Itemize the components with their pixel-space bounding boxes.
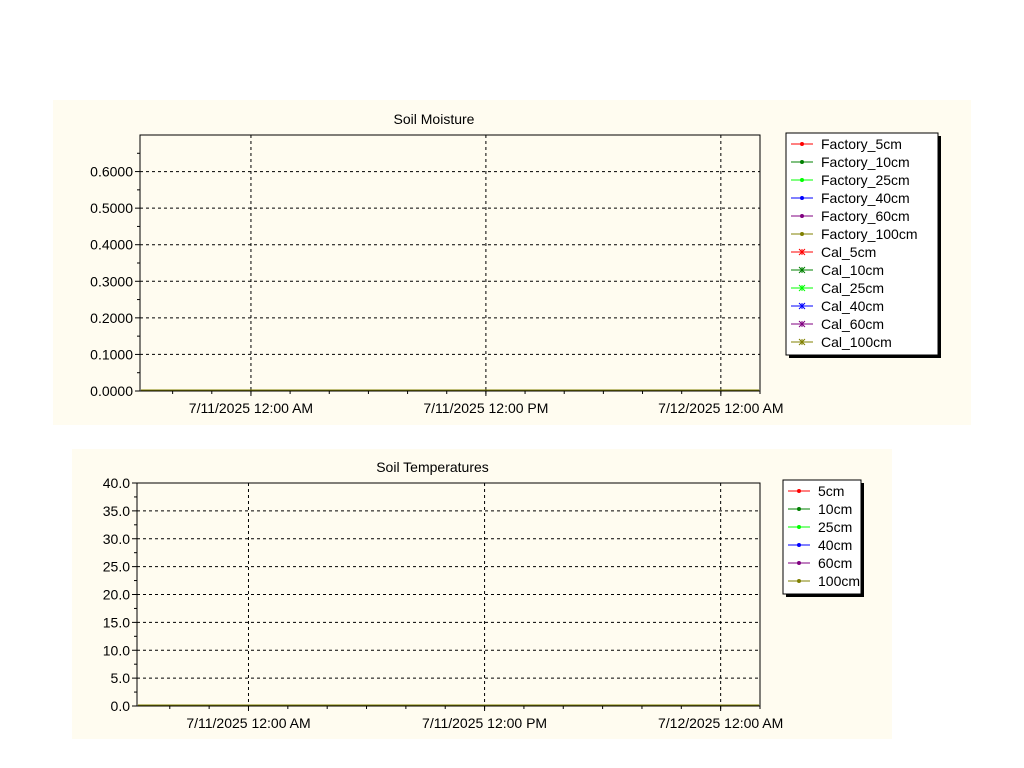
legend-label: Cal_10cm — [821, 262, 884, 278]
legend-label: Factory_60cm — [821, 208, 910, 224]
y-tick-label: 0.6000 — [90, 164, 133, 180]
y-tick-label: 0.5000 — [90, 200, 133, 216]
x-tick-label: 7/12/2025 12:00 AM — [658, 400, 783, 416]
legend-marker-dot — [797, 561, 801, 565]
y-tick-label: 0.2000 — [90, 310, 133, 326]
legend-marker-dot — [800, 178, 804, 182]
x-tick-label: 7/11/2025 12:00 AM — [186, 715, 310, 731]
legend-marker-dot — [797, 489, 801, 493]
y-tick-label: 10.0 — [103, 642, 130, 658]
soil-moisture-chart: Soil Moisture 0.0000 0.1000 0.2000 0.3000 0.4… — [90, 111, 941, 416]
legend-label: Factory_40cm — [821, 190, 910, 206]
y-tick-label: 0.1000 — [90, 346, 133, 362]
plot-area — [140, 135, 760, 391]
y-tick-label: 35.0 — [103, 503, 130, 519]
x-tick-label: 7/11/2025 12:00 PM — [423, 400, 548, 416]
y-tick-label: 15.0 — [103, 614, 130, 630]
x-tick-label: 7/11/2025 12:00 AM — [189, 400, 313, 416]
legend-label: Cal_5cm — [821, 244, 876, 260]
legend-label: 25cm — [818, 519, 852, 535]
soil-temperatures-chart: Soil Temperatures 0.0 5.0 10.0 15.0 20.0 25.0 3… — [103, 459, 864, 731]
legend-marker-dot — [800, 142, 804, 146]
legend-marker-dot — [797, 525, 801, 529]
legend-label: 100cm — [818, 573, 860, 589]
legend-label: Factory_25cm — [821, 172, 910, 188]
legend-label: 60cm — [818, 555, 852, 571]
soil-temperatures-chart-panel: Soil Temperatures 0.0 5.0 10.0 15.0 20.0 25.0 3… — [72, 449, 892, 739]
y-tick-label: 25.0 — [103, 559, 130, 575]
legend-marker-dot — [797, 507, 801, 511]
legend-label: Cal_25cm — [821, 280, 884, 296]
legend-label: Cal_60cm — [821, 316, 884, 332]
legend-marker-dot — [800, 232, 804, 236]
legend-marker-dot — [800, 160, 804, 164]
chart-title: Soil Temperatures — [376, 459, 489, 475]
x-tick-label: 7/11/2025 12:00 PM — [422, 715, 547, 731]
legend-marker-dot — [800, 196, 804, 200]
y-tick-label: 0.0 — [111, 698, 131, 714]
legend-label: Cal_100cm — [821, 334, 892, 350]
y-tick-label: 5.0 — [111, 670, 131, 686]
soil-moisture-chart-panel: Soil Moisture 0.0000 0.1000 0.2000 0.3000 0.4… — [53, 100, 971, 425]
legend-marker-dot — [797, 543, 801, 547]
legend-label: 10cm — [818, 501, 852, 517]
y-tick-label: 0.0000 — [90, 383, 133, 399]
legend-marker-dot — [800, 214, 804, 218]
legend-label: Factory_100cm — [821, 226, 917, 242]
legend-label: Factory_5cm — [821, 136, 902, 152]
legend-label: Factory_10cm — [821, 154, 910, 170]
legend-label: 5cm — [818, 483, 844, 499]
y-tick-label: 0.4000 — [90, 237, 133, 253]
legend-marker-dot — [797, 579, 801, 583]
y-tick-label: 30.0 — [103, 531, 130, 547]
chart-title: Soil Moisture — [394, 111, 475, 127]
y-tick-label: 20.0 — [103, 587, 130, 603]
legend-label: Cal_40cm — [821, 298, 884, 314]
x-tick-label: 7/12/2025 12:00 AM — [658, 715, 783, 731]
y-tick-label: 40.0 — [103, 475, 130, 491]
y-tick-label: 0.3000 — [90, 273, 133, 289]
legend-label: 40cm — [818, 537, 852, 553]
